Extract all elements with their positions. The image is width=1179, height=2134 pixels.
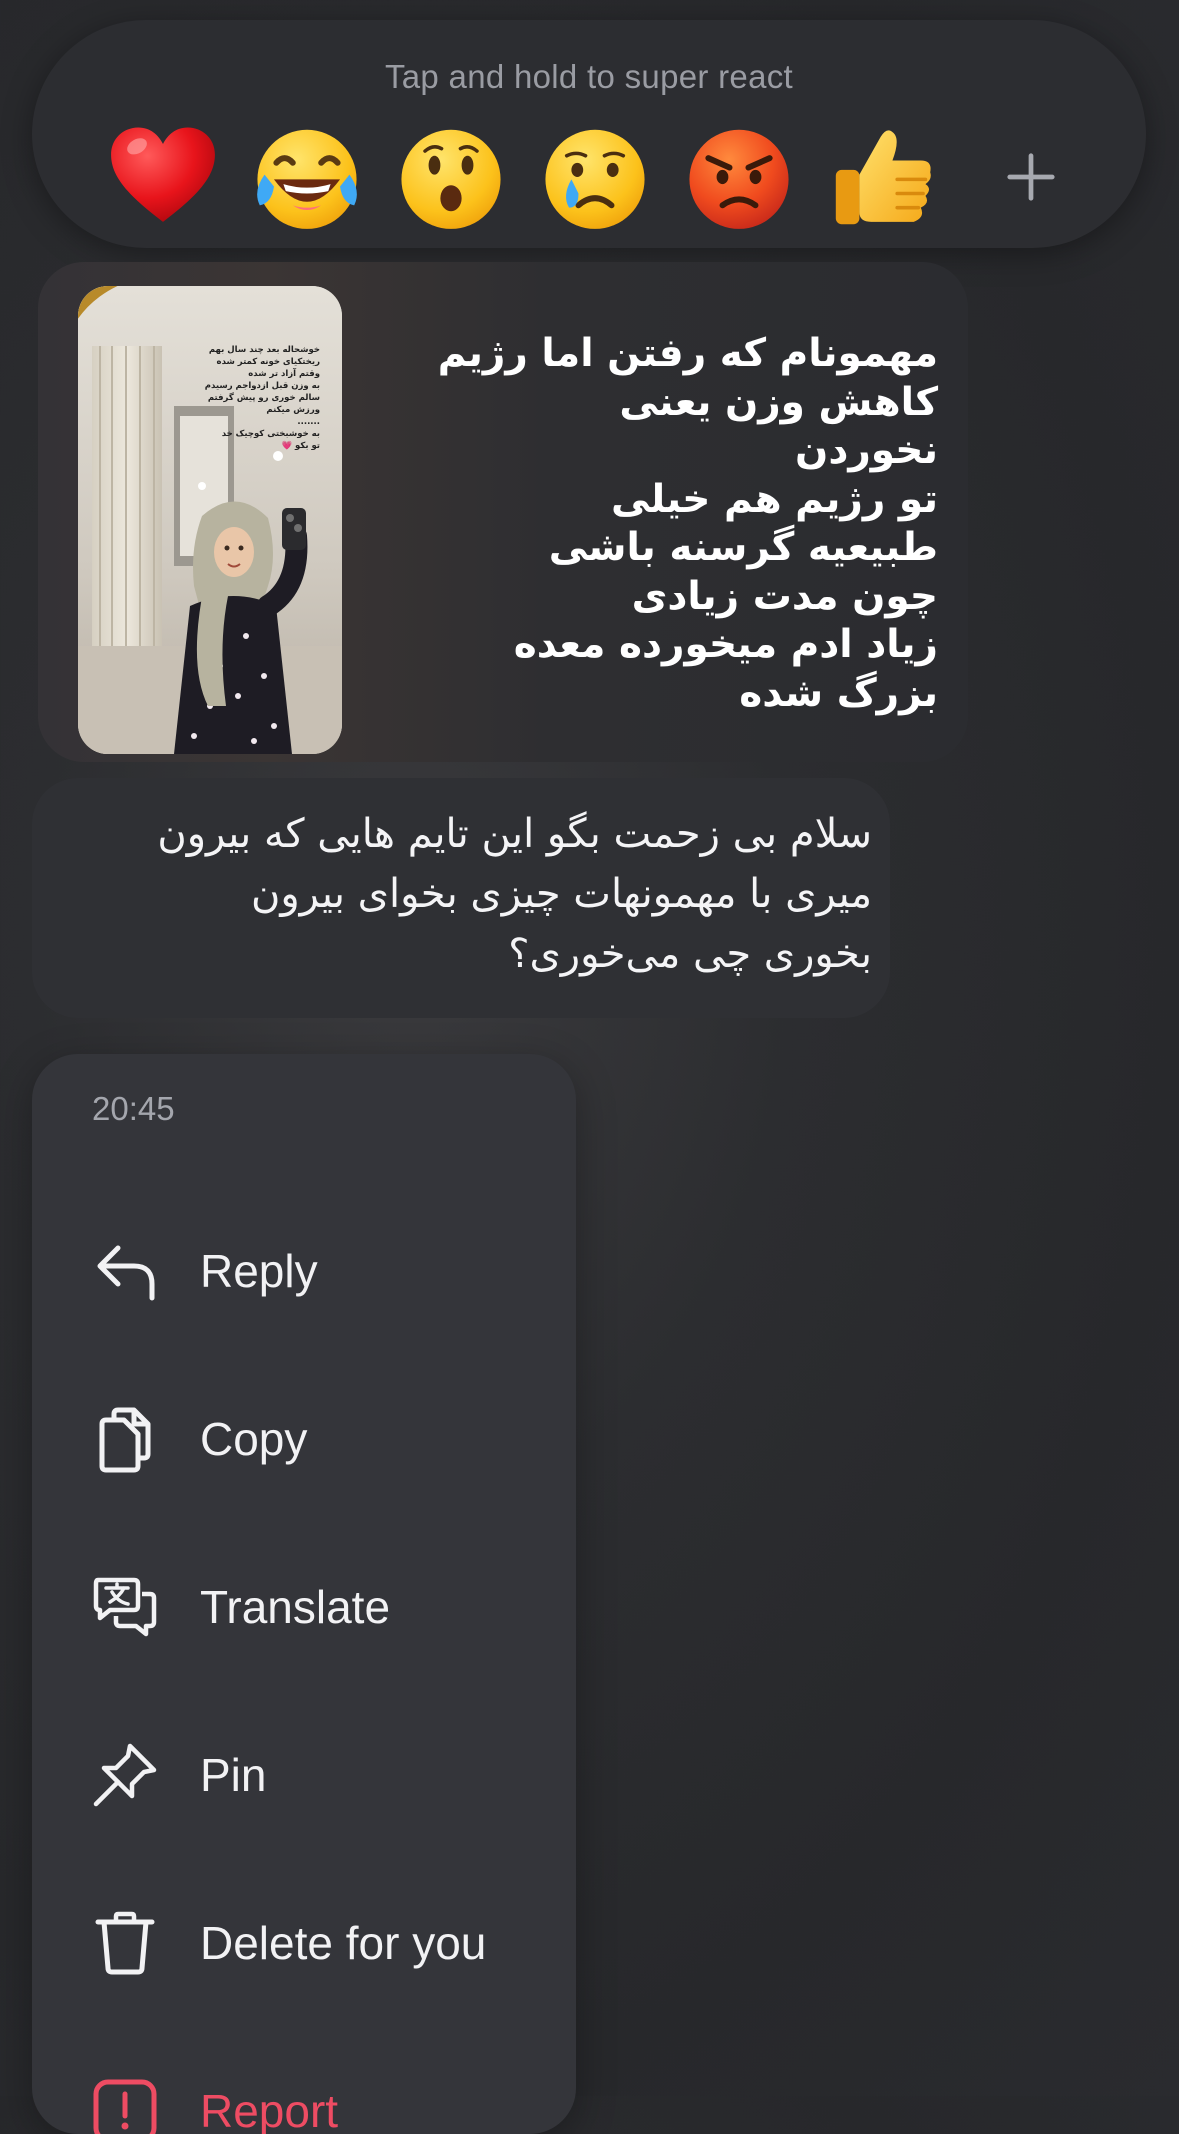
copy-menu-item[interactable]: Copy xyxy=(32,1366,576,1506)
story-thumbnail[interactable]: خوشحاله بعد چند سال بهم ریختکیای خونه کم… xyxy=(78,286,342,754)
trash-icon xyxy=(95,1911,155,1975)
message-bubble[interactable]: سلام بی زحمت بگو این تایم هایی که بیرون … xyxy=(32,778,890,1018)
crying-face-icon xyxy=(545,129,645,229)
angry-face-icon xyxy=(689,129,789,229)
joy-reaction[interactable] xyxy=(248,118,366,236)
pin-icon xyxy=(93,1743,157,1807)
reply-label: Reply xyxy=(200,1245,318,1297)
report-icon xyxy=(93,2079,157,2134)
shared-story-card[interactable]: خوشحاله بعد چند سال بهم ریختکیای خونه کم… xyxy=(38,262,968,762)
message-context-menu: 20:45 Reply Copy Translate Pin Delete fo… xyxy=(32,1054,576,2134)
surprised-face-icon xyxy=(401,129,501,229)
story-overlay-text: خوشحاله بعد چند سال بهم ریختکیای خونه کم… xyxy=(204,345,320,451)
translate-menu-item[interactable]: Translate xyxy=(32,1534,576,1674)
reply-menu-item[interactable]: Reply xyxy=(32,1198,576,1338)
surprised-reaction[interactable] xyxy=(392,118,510,236)
heart-icon xyxy=(111,127,215,222)
sad-reaction[interactable] xyxy=(536,118,654,236)
translate-label: Translate xyxy=(200,1581,391,1633)
translate-icon xyxy=(93,1577,157,1637)
delete-label: Delete for you xyxy=(200,1917,487,1969)
delete-menu-item[interactable]: Delete for you xyxy=(32,1870,576,2010)
story-caption: مهمونام که رفتن اما رژیم کاهش وزن یعنی ن… xyxy=(437,331,938,716)
report-label: Report xyxy=(200,2085,339,2134)
reaction-hint: Tap and hold to super react xyxy=(384,58,794,95)
plus-icon xyxy=(1007,153,1055,201)
copy-label: Copy xyxy=(200,1413,308,1465)
angry-reaction[interactable] xyxy=(680,118,798,236)
message-text: سلام بی زحمت بگو این تایم هایی که بیرون … xyxy=(157,811,872,977)
more-reactions-button[interactable] xyxy=(972,118,1090,236)
message-timestamp: 20:45 xyxy=(92,1090,175,1127)
tears-of-joy-icon xyxy=(257,129,357,229)
heart-reaction[interactable] xyxy=(104,118,222,236)
pin-label: Pin xyxy=(200,1749,267,1801)
reaction-row xyxy=(104,118,1084,236)
reaction-bar: Tap and hold to super react xyxy=(32,20,1146,248)
pin-menu-item[interactable]: Pin xyxy=(32,1702,576,1842)
thumbs-up-reaction[interactable] xyxy=(824,118,942,236)
report-menu-item[interactable]: Report xyxy=(32,2038,576,2134)
thumbs-up-icon xyxy=(835,130,931,225)
copy-icon xyxy=(99,1407,151,1473)
reply-icon xyxy=(97,1245,155,1301)
